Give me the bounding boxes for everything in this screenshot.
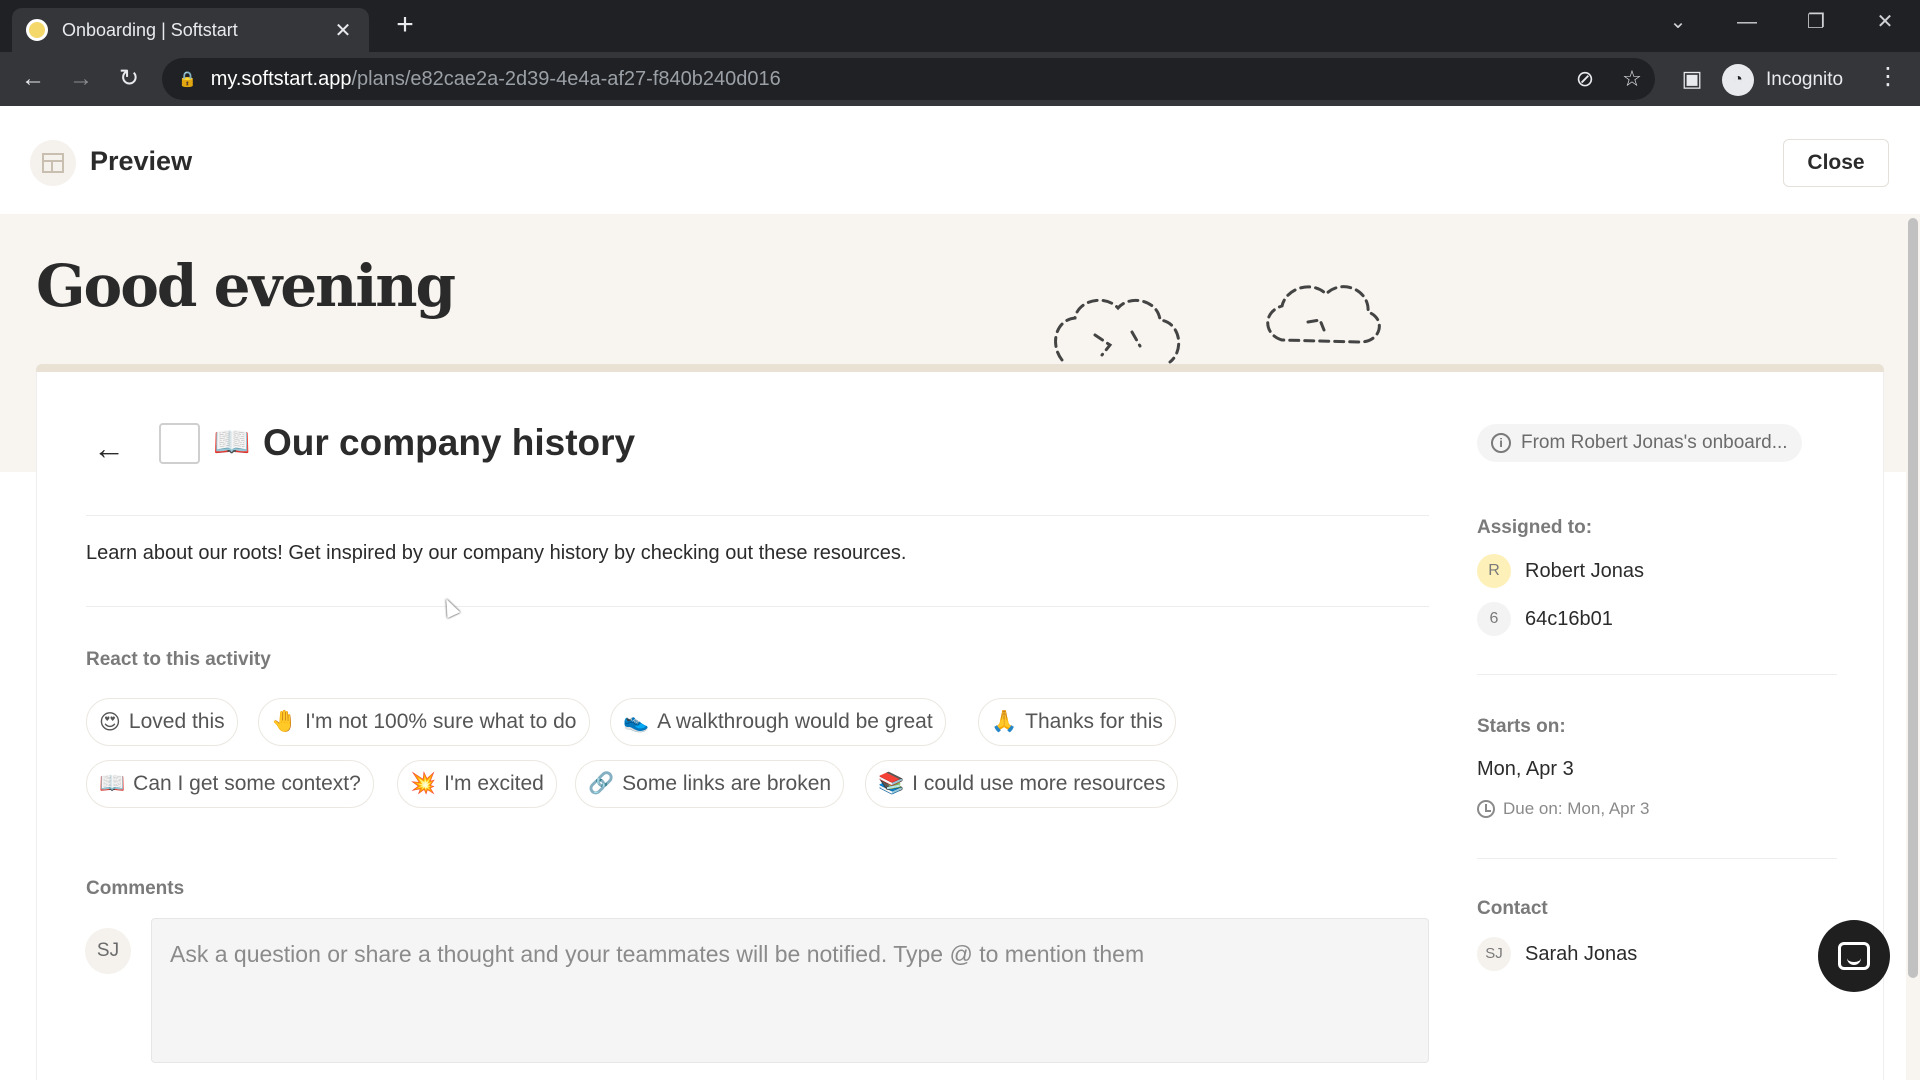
reaction-label: A walkthrough would be great — [657, 710, 933, 733]
reaction-label: Some links are broken — [622, 772, 832, 795]
chat-launcher-button[interactable] — [1818, 920, 1890, 992]
reaction-label: I'm excited — [444, 772, 544, 795]
reaction-label: I'm not 100% sure what to do — [305, 710, 577, 733]
starts-label: Starts on: — [1477, 716, 1566, 737]
raised-hand-emoji-icon: 🤚 — [271, 710, 298, 733]
complete-checkbox[interactable] — [159, 423, 200, 464]
assignee-name: Robert Jonas — [1525, 559, 1644, 582]
books-emoji-icon: 📚 — [878, 772, 905, 795]
incognito-icon: ◔ — [1722, 64, 1754, 96]
shoe-emoji-icon: 👟 — [623, 710, 650, 733]
close-tab-icon[interactable]: ✕ — [331, 18, 355, 43]
heart-eyes-emoji-icon: 😍 — [99, 710, 121, 734]
profile-label: Incognito — [1766, 69, 1844, 90]
reaction-label: Can I get some context? — [133, 772, 361, 795]
address-bar[interactable]: 🔒 my.softstart.app/plans/e82cae2a-2d39-4… — [162, 58, 1655, 100]
avatar: SJ — [1477, 937, 1511, 971]
reaction-chip-thanks[interactable]: 🙏 Thanks for this — [978, 698, 1176, 746]
app-header: Preview Close — [0, 106, 1920, 214]
incognito-profile[interactable]: ◔ Incognito — [1722, 60, 1843, 100]
info-icon: i — [1491, 433, 1511, 453]
browser-tab[interactable]: Onboarding | Softstart ✕ — [12, 8, 369, 52]
reaction-label: Thanks for this — [1025, 710, 1163, 733]
reaction-chip-more-resources[interactable]: 📚 I could use more resources — [865, 760, 1179, 808]
lock-icon: 🔒 — [178, 71, 197, 88]
eye-off-icon[interactable]: ⊘ — [1570, 66, 1600, 92]
sparkle-emoji-icon: 💥 — [410, 772, 437, 795]
open-book-icon: 📖 — [213, 426, 251, 459]
chat-icon — [1838, 942, 1870, 970]
minimize-icon[interactable]: — — [1727, 8, 1767, 36]
due-text: Due on: Mon, Apr 3 — [1503, 799, 1650, 818]
greeting-text: Good evening — [36, 252, 456, 320]
tab-search-icon[interactable]: ⌄ — [1658, 8, 1698, 36]
close-window-icon[interactable]: ✕ — [1865, 8, 1905, 36]
reaction-chip-excited[interactable]: 💥 I'm excited — [397, 760, 557, 808]
reaction-chip-broken-links[interactable]: 🔗 Some links are broken — [575, 760, 845, 808]
divider — [86, 515, 1429, 516]
contact-name: Sarah Jonas — [1525, 942, 1638, 965]
browser-toolbar: ← → ↻ 🔒 my.softstart.app/plans/e82cae2a-… — [0, 52, 1920, 106]
scrollbar-thumb[interactable] — [1908, 218, 1918, 978]
activity-card: ← 📖 Our company history Learn about our … — [36, 372, 1884, 1080]
link-emoji-icon: 🔗 — [588, 772, 615, 795]
url-host: my.softstart.app — [210, 67, 352, 90]
reaction-label: Loved this — [128, 710, 225, 733]
reaction-chip-unsure[interactable]: 🤚 I'm not 100% sure what to do — [258, 698, 590, 746]
start-date: Mon, Apr 3 — [1477, 758, 1574, 780]
contact-label: Contact — [1477, 898, 1548, 919]
activity-title: Our company history — [263, 422, 636, 463]
reaction-chip-walkthrough[interactable]: 👟 A walkthrough would be great — [610, 698, 946, 746]
side-panel-icon[interactable]: ▣ — [1677, 66, 1707, 92]
reload-icon[interactable]: ↻ — [112, 64, 146, 94]
contact-person[interactable]: SJ Sarah Jonas — [1477, 935, 1637, 973]
reaction-chip-context[interactable]: 📖 Can I get some context? — [86, 760, 374, 808]
back-arrow-icon[interactable]: ← — [93, 430, 125, 467]
folded-hands-emoji-icon: 🙏 — [991, 710, 1018, 733]
reaction-chip-loved[interactable]: 😍 Loved this — [86, 698, 238, 746]
layout-icon — [30, 140, 76, 186]
activity-description: Learn about our roots! Get inspired by o… — [86, 542, 907, 564]
assignee-id[interactable]: 6 64c16b01 — [1477, 600, 1613, 638]
divider — [1477, 674, 1837, 675]
url-path: /plans/e82cae2a-2d39-4e4a-af27-f840b240d… — [351, 67, 781, 90]
avatar: R — [1477, 554, 1511, 588]
favicon-icon — [26, 19, 48, 41]
restore-icon[interactable]: ❐ — [1796, 8, 1836, 36]
bookmark-star-icon[interactable]: ☆ — [1617, 66, 1647, 92]
back-icon[interactable]: ← — [16, 64, 50, 94]
react-section-label: React to this activity — [86, 649, 271, 670]
clock-icon — [1477, 800, 1495, 818]
assignee-robert[interactable]: R Robert Jonas — [1477, 552, 1644, 590]
tab-title: Onboarding | Softstart — [62, 19, 238, 40]
comments-label: Comments — [86, 878, 185, 899]
browser-tab-bar: Onboarding | Softstart ✕ + ⌄ — ❐ ✕ — [0, 0, 1920, 52]
page-title: Preview — [90, 146, 193, 176]
new-tab-icon[interactable]: + — [390, 10, 420, 40]
due-date: Due on: Mon, Apr 3 — [1477, 799, 1649, 819]
avatar: 6 — [1477, 602, 1511, 636]
assignee-name: 64c16b01 — [1525, 607, 1613, 630]
assigned-label: Assigned to: — [1477, 517, 1593, 538]
origin-text: From Robert Jonas's onboard... — [1521, 432, 1788, 453]
clouds-illustration — [1054, 285, 1381, 364]
origin-badge[interactable]: i From Robert Jonas's onboard... — [1477, 424, 1802, 462]
browser-menu-icon[interactable]: ⋮ — [1876, 62, 1900, 91]
divider — [86, 606, 1429, 607]
avatar: SJ — [85, 928, 131, 974]
reaction-label: I could use more resources — [912, 772, 1166, 795]
close-button[interactable]: Close — [1783, 139, 1889, 187]
forward-icon[interactable]: → — [64, 64, 98, 94]
divider — [1477, 858, 1837, 859]
book-emoji-icon: 📖 — [99, 772, 126, 795]
comment-input[interactable]: Ask a question or share a thought and yo… — [151, 918, 1429, 1063]
